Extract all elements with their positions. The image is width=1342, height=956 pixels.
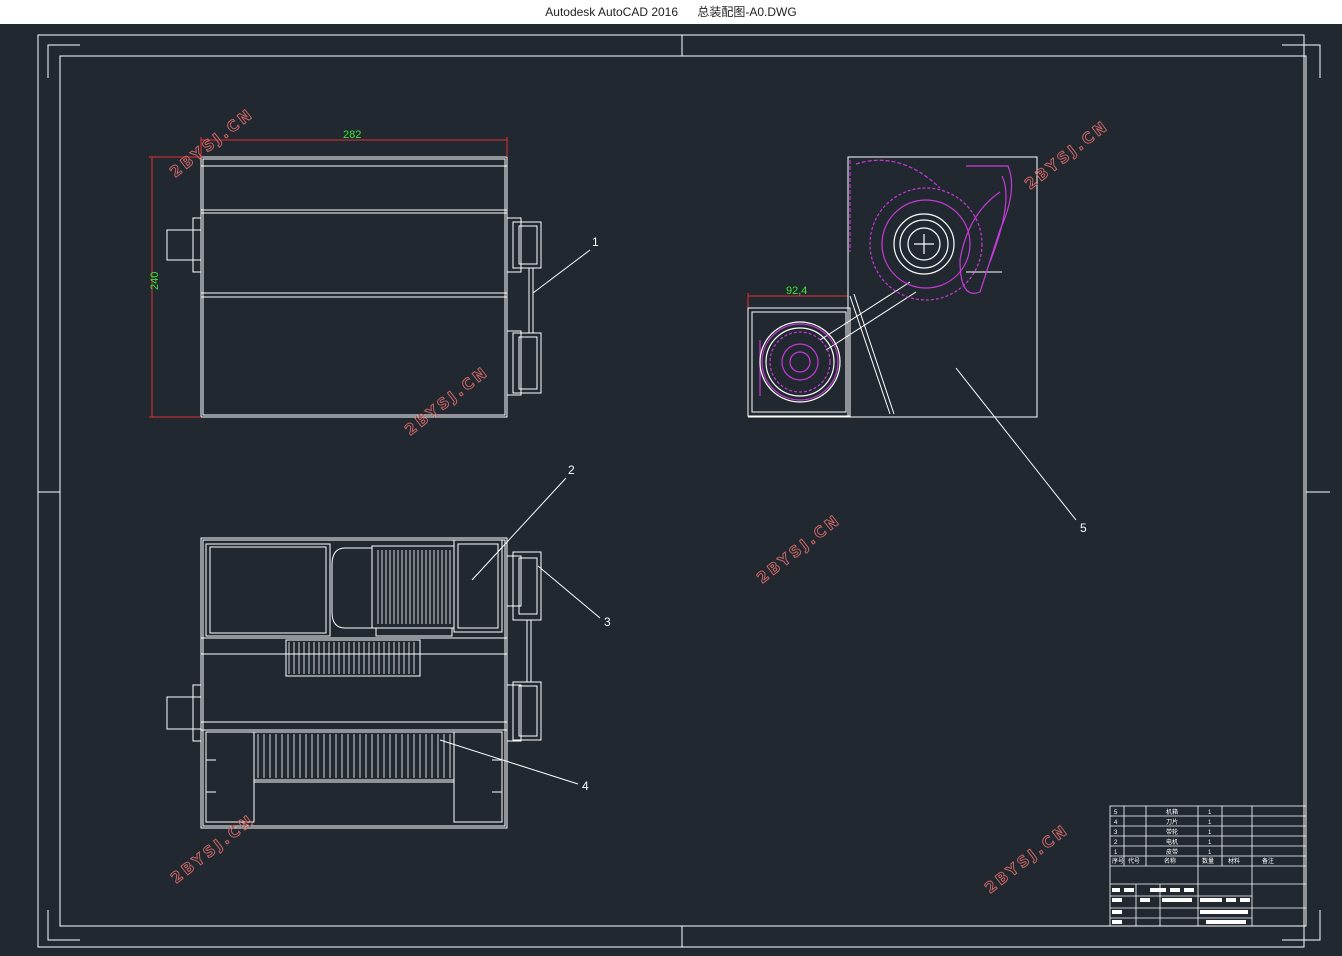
part-label-1: 1 xyxy=(592,235,599,249)
leader-lines xyxy=(439,249,1077,785)
parts-row-2-no: 4 xyxy=(1114,820,1118,826)
parts-row-3-qty: 1 xyxy=(1208,830,1212,836)
watermark-6: 2BYSJ.CN xyxy=(981,820,1072,897)
title-bar: Autodesk AutoCAD 2016 总装配图-A0.DWG xyxy=(0,0,1342,24)
part-label-2: 2 xyxy=(568,463,575,477)
hidden-parts xyxy=(759,159,1013,401)
watermarks: 2BYSJ.CN 2BYSJ.CN 2BYSJ.CN 2BYSJ.CN 2BYS… xyxy=(166,104,1113,898)
parts-row-3-no: 3 xyxy=(1114,830,1118,836)
parts-row-2-qty: 1 xyxy=(1208,820,1212,826)
watermark-1: 2BYSJ.CN xyxy=(166,104,257,181)
header-name: 名称 xyxy=(1164,857,1176,865)
parts-list: 5 机箱 1 4 刀片 1 3 带轮 1 2 电机 1 1 皮带 1 序号 代号… xyxy=(1112,808,1274,865)
parts-row-2-name: 刀片 xyxy=(1166,818,1178,826)
parts-row-5-qty: 1 xyxy=(1208,850,1212,856)
parts-row-5-no: 1 xyxy=(1114,850,1118,856)
header-no: 序号 xyxy=(1112,857,1124,865)
dim-width: 282 xyxy=(343,129,361,141)
header-qty: 数量 xyxy=(1202,857,1214,865)
parts-row-1-qty: 1 xyxy=(1208,810,1212,816)
dim-offset: 92,4 xyxy=(786,285,807,297)
inner-frame xyxy=(59,55,1307,927)
watermark-2: 2BYSJ.CN xyxy=(401,362,492,439)
title-block-fills xyxy=(1112,888,1250,924)
parts-row-4-qty: 1 xyxy=(1208,840,1212,846)
parts-row-5-name: 皮带 xyxy=(1166,848,1178,856)
watermark-4: 2BYSJ.CN xyxy=(753,510,844,587)
blade-teeth xyxy=(257,550,451,778)
header-material: 材料 xyxy=(1228,857,1240,865)
top-view xyxy=(166,537,542,829)
parts-row-4-name: 电机 xyxy=(1166,838,1178,846)
part-label-5: 5 xyxy=(1080,521,1087,535)
drawing-canvas[interactable]: 282 240 92,4 1 2 3 4 5 5 机箱 1 4 刀片 1 3 带… xyxy=(0,24,1342,956)
parts-row-3-name: 带轮 xyxy=(1166,828,1178,836)
part-label-3: 3 xyxy=(604,615,611,629)
app-title: Autodesk AutoCAD 2016 xyxy=(545,5,679,19)
parts-row-1-no: 5 xyxy=(1114,810,1118,816)
parts-row-4-no: 2 xyxy=(1114,840,1118,846)
header-code: 代号 xyxy=(1128,857,1140,865)
file-name: 总装配图-A0.DWG xyxy=(697,5,797,19)
watermark-3: 2BYSJ.CN xyxy=(1021,116,1112,193)
dim-height: 240 xyxy=(149,272,161,290)
part-label-4: 4 xyxy=(582,779,589,793)
parts-row-1-name: 机箱 xyxy=(1166,808,1178,816)
header-remark: 备注 xyxy=(1262,857,1274,865)
